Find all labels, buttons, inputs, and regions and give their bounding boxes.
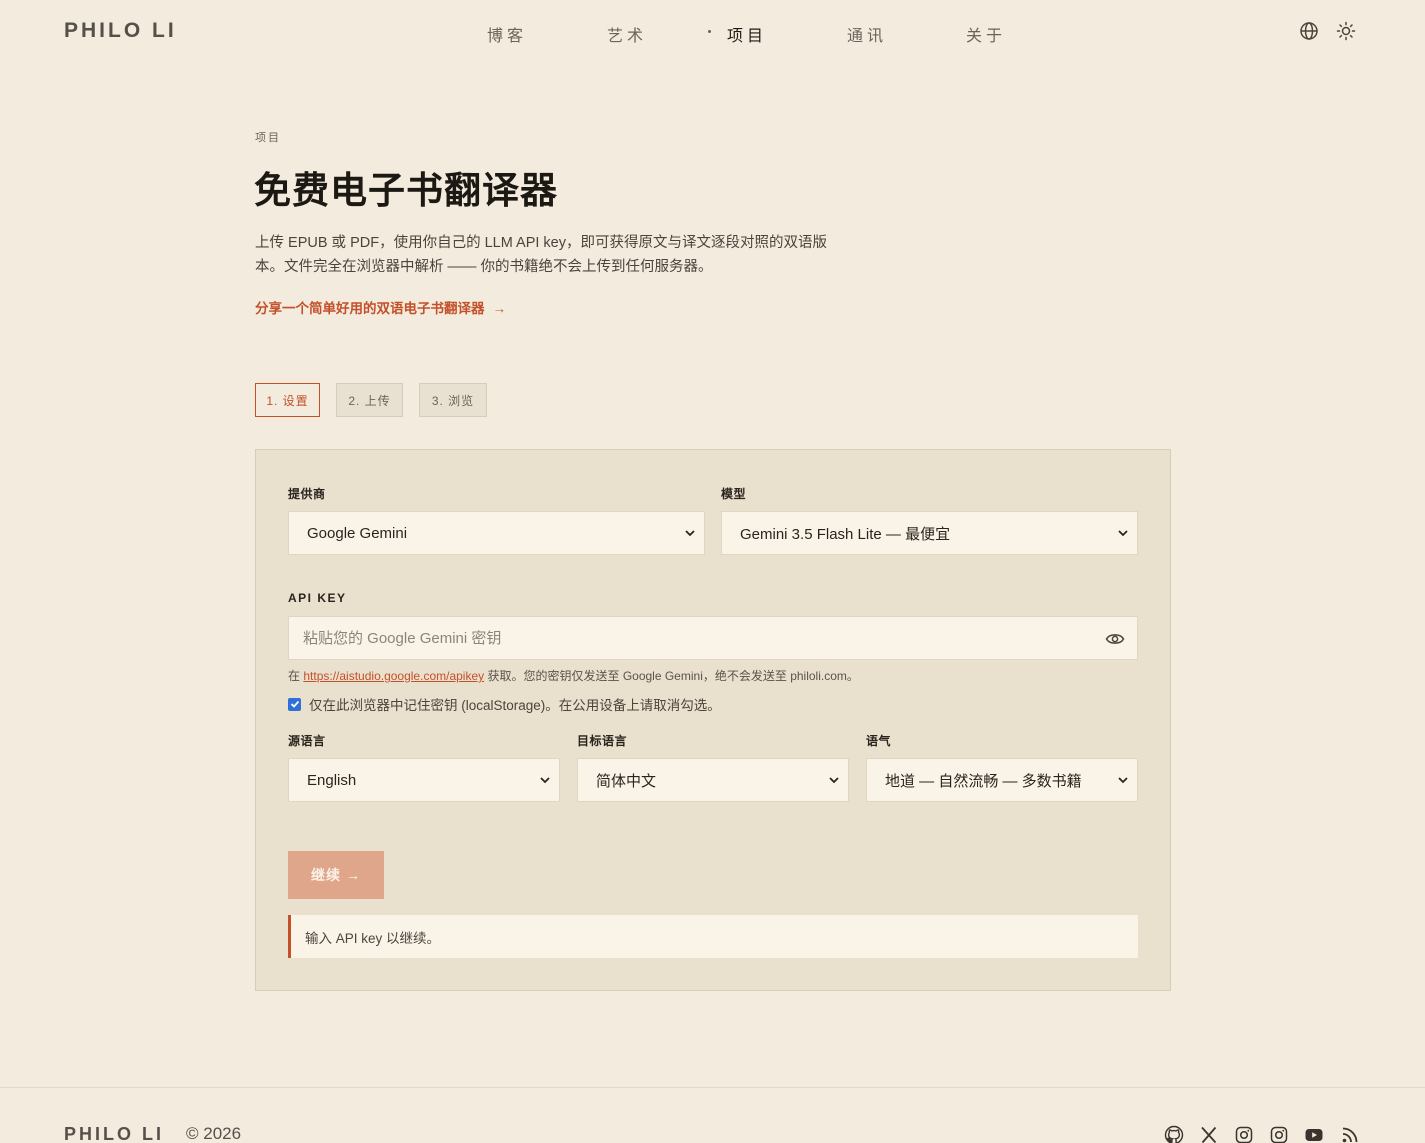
remember-key-option[interactable]: 仅在此浏览器中记住密钥 (localStorage)。在公用设备上请取消勾选。 [288, 694, 721, 714]
remember-key-label: 仅在此浏览器中记住密钥 (localStorage)。在公用设备上请取消勾选。 [309, 698, 721, 713]
footer-brand[interactable]: PHILO LI [64, 1124, 164, 1143]
sun-icon[interactable] [1336, 21, 1356, 41]
api-key-input[interactable] [289, 617, 1089, 659]
chevron-down-icon [829, 777, 839, 784]
step-upload[interactable]: 2. 上传 [336, 383, 403, 417]
chevron-down-icon [685, 530, 695, 537]
instagram-icon[interactable] [1234, 1125, 1254, 1143]
source-language-label: 源语言 [288, 734, 326, 748]
nav-art[interactable]: 艺术 [607, 22, 647, 46]
footer-copyright: © 2026 [186, 1124, 242, 1143]
continue-button[interactable]: 继续 → [288, 851, 384, 899]
share-link-label: 分享一个简单好用的双语电子书翻译器 [255, 301, 485, 316]
hint-suffix: 获取。您的密钥仅发送至 Google Gemini，绝不会发送至 philoli… [487, 669, 859, 683]
chevron-down-icon [1118, 777, 1128, 784]
share-link[interactable]: 分享一个简单好用的双语电子书翻译器 → [255, 297, 506, 317]
instagram-icon[interactable] [1269, 1125, 1289, 1143]
step-setup[interactable]: 1. 设置 [255, 383, 320, 417]
target-language-label: 目标语言 [577, 734, 628, 748]
nav-newsletter[interactable]: 通讯 [847, 22, 887, 46]
api-key-hint: 在 https://aistudio.google.com/apikey 获取。… [288, 667, 859, 684]
tone-label: 语气 [866, 734, 892, 748]
site-header: PHILO LI 博客 艺术 项目 通讯 关于 [0, 0, 1425, 64]
arrow-right-icon: → [492, 301, 507, 316]
target-language-select[interactable]: 简体中文 [577, 758, 849, 802]
nav-active-dot [708, 30, 711, 33]
arrow-right-icon: → [345, 867, 361, 883]
page-description: 上传 EPUB 或 PDF，使用你自己的 LLM API key，即可获得原文与… [255, 235, 827, 275]
tone-value: 地道 — 自然流畅 — 多数书籍 [885, 772, 1082, 790]
nav-about[interactable]: 关于 [966, 22, 1006, 46]
remember-key-checkbox[interactable] [288, 697, 301, 711]
target-language-value: 简体中文 [596, 772, 657, 790]
footer-divider [0, 1087, 1425, 1088]
api-key-field [288, 616, 1138, 660]
chevron-down-icon [1118, 530, 1128, 537]
main-nav: 博客 艺术 项目 通讯 关于 [0, 22, 1425, 46]
settings-card: 提供商 Google Gemini 模型 Gemini 3.5 Flash Li… [255, 449, 1171, 991]
provider-label: 提供商 [288, 487, 326, 501]
eye-icon[interactable] [1105, 629, 1125, 649]
chevron-down-icon [540, 777, 550, 784]
model-value: Gemini 3.5 Flash Lite — 最便宜 [740, 525, 951, 543]
rss-icon[interactable] [1340, 1125, 1360, 1143]
source-language-select[interactable]: English [288, 758, 560, 802]
nav-blog[interactable]: 博客 [487, 22, 527, 46]
github-icon[interactable] [1164, 1125, 1184, 1143]
provider-value: Google Gemini [307, 524, 408, 542]
model-label: 模型 [721, 487, 747, 501]
x-icon[interactable] [1199, 1125, 1219, 1143]
continue-label: 继续 [311, 867, 342, 883]
source-language-value: English [307, 771, 357, 789]
hint-prefix: 在 [288, 669, 301, 683]
page-eyebrow: 项目 [255, 132, 281, 144]
api-key-label: API KEY [288, 591, 347, 605]
nav-projects[interactable]: 项目 [727, 22, 767, 46]
tone-select[interactable]: 地道 — 自然流畅 — 多数书籍 [866, 758, 1138, 802]
model-select[interactable]: Gemini 3.5 Flash Lite — 最便宜 [721, 511, 1138, 555]
page-title: 免费电子书翻译器 [254, 170, 558, 211]
globe-icon[interactable] [1299, 21, 1319, 41]
step-browse[interactable]: 3. 浏览 [419, 383, 487, 417]
youtube-icon[interactable] [1304, 1125, 1324, 1143]
api-key-link[interactable]: https://aistudio.google.com/apikey [303, 669, 484, 683]
provider-select[interactable]: Google Gemini [288, 511, 705, 555]
checkmark-icon [290, 700, 299, 708]
status-notice: 输入 API key 以继续。 [288, 915, 1138, 958]
